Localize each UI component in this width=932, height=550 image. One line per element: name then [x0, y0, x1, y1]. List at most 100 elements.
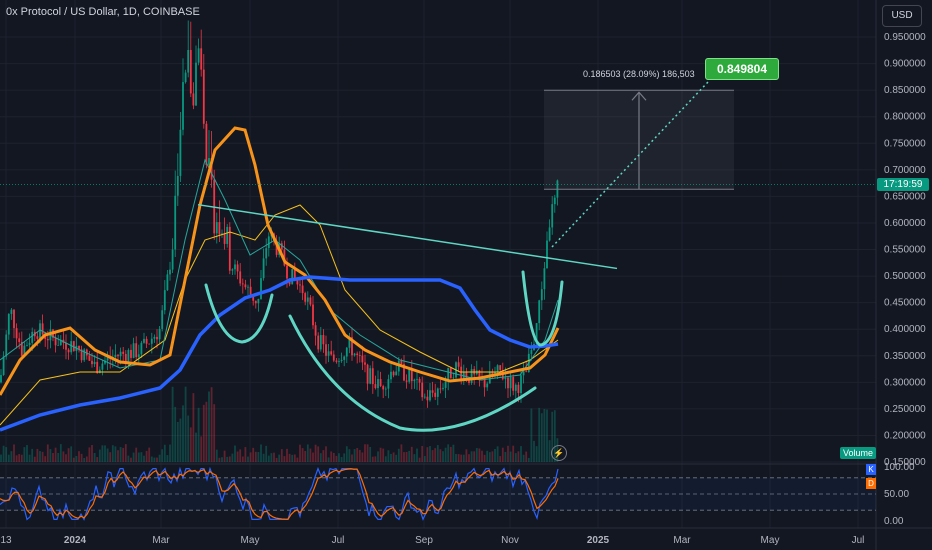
- stochastic-oscillator: 100.0050.000.00: [0, 462, 915, 527]
- candle-body: [421, 382, 424, 398]
- volume-bar: [109, 452, 112, 462]
- volume-bar: [187, 415, 190, 462]
- candle-body: [2, 356, 5, 376]
- volume-bar: [366, 444, 369, 462]
- volume-bar: [512, 445, 515, 462]
- volume-bar: [215, 449, 218, 462]
- candle-body: [382, 386, 385, 390]
- candle-body: [0, 375, 2, 383]
- chart-canvas[interactable]: 100.0050.000.00 0.9500000.9000000.850000…: [0, 0, 932, 550]
- candle-body: [546, 240, 548, 269]
- candle-body: [338, 361, 340, 362]
- volume-bar: [418, 457, 421, 462]
- candle-body: [161, 310, 164, 329]
- candle-body: [332, 354, 335, 361]
- volume-bar: [156, 457, 158, 462]
- volume-bars: [0, 386, 559, 462]
- volume-bar: [400, 444, 403, 462]
- candle-body: [140, 342, 143, 355]
- candle-body: [13, 309, 15, 329]
- volume-bar: [353, 449, 356, 462]
- candle-body: [174, 195, 177, 250]
- candle-body: [434, 392, 437, 397]
- time-tick-label: May: [761, 535, 780, 546]
- volume-bar: [444, 447, 447, 462]
- volume-bar: [148, 447, 151, 462]
- volume-bar: [358, 449, 361, 462]
- volume-bar: [59, 444, 62, 462]
- measure-readout: 0.186503 (28.09%) 186,503: [583, 69, 695, 79]
- candle-body: [254, 300, 257, 304]
- volume-bar: [325, 446, 327, 462]
- candle-body: [530, 350, 533, 354]
- volume-bar: [2, 445, 5, 462]
- volume-bar: [166, 455, 169, 462]
- candle-body: [353, 353, 356, 356]
- lightning-icon[interactable]: ⚡: [551, 445, 567, 461]
- volume-bar: [176, 421, 179, 462]
- volume-bar: [335, 455, 338, 462]
- candle-body: [18, 338, 21, 343]
- volume-bar: [483, 454, 486, 462]
- time-tick-label: Mar: [152, 535, 170, 546]
- volume-bar: [210, 387, 213, 462]
- candle-body: [267, 236, 270, 249]
- candle-body: [553, 197, 556, 205]
- candle-body: [26, 345, 28, 346]
- volume-bar: [200, 436, 203, 462]
- candle-body: [234, 264, 236, 270]
- candle-body: [70, 341, 73, 353]
- volume-bar: [52, 452, 54, 462]
- volume-bar: [397, 448, 400, 462]
- time-tick-label: Mar: [673, 535, 691, 546]
- candle-body: [444, 381, 447, 388]
- candle-body: [158, 328, 161, 340]
- candle-body: [244, 284, 247, 288]
- price-tick-label: 0.500000: [884, 271, 926, 282]
- candle-body: [322, 335, 325, 345]
- candle-body: [135, 343, 138, 358]
- volume-bar: [535, 446, 538, 462]
- candle-body: [215, 222, 218, 234]
- price-tick-label: 0.900000: [884, 59, 926, 70]
- candle-body: [239, 271, 242, 284]
- volume-bar: [65, 454, 67, 462]
- volume-bar: [15, 455, 18, 462]
- volume-bar: [369, 446, 372, 462]
- volume-bar: [278, 454, 281, 462]
- candle-body: [299, 284, 301, 286]
- candle-body: [166, 274, 169, 291]
- volume-bar: [390, 453, 392, 462]
- volume-bar: [527, 457, 530, 462]
- candle-body: [286, 265, 288, 279]
- volume-bar: [244, 447, 247, 462]
- volume-bar: [330, 451, 333, 462]
- price-tick-label: 0.350000: [884, 351, 926, 362]
- candle-body: [46, 338, 49, 341]
- volume-bar: [413, 454, 416, 462]
- candle-body: [371, 368, 374, 385]
- candle-body: [340, 359, 343, 362]
- candle-body: [148, 343, 151, 345]
- volume-bar: [408, 450, 411, 462]
- candle-body: [137, 354, 140, 358]
- candle-body: [514, 384, 517, 391]
- volume-bar: [426, 447, 429, 462]
- price-tick-label: 0.650000: [884, 191, 926, 202]
- currency-selector[interactable]: USD: [882, 5, 922, 27]
- candle-body: [231, 269, 234, 271]
- candle-body: [361, 355, 364, 363]
- volume-bar: [0, 454, 2, 462]
- volume-bar: [96, 457, 99, 462]
- volume-bar: [153, 457, 156, 462]
- volume-bar: [392, 452, 395, 462]
- candle-body: [325, 344, 327, 356]
- candle-body: [218, 222, 221, 235]
- candle-body: [36, 336, 39, 339]
- volume-bar: [416, 448, 418, 462]
- oscillator-tick-label: 50.00: [884, 489, 909, 500]
- volume-bar: [306, 444, 309, 462]
- volume-bar: [309, 448, 312, 462]
- candle-body: [127, 349, 130, 362]
- price-tick-label: 0.600000: [884, 218, 926, 229]
